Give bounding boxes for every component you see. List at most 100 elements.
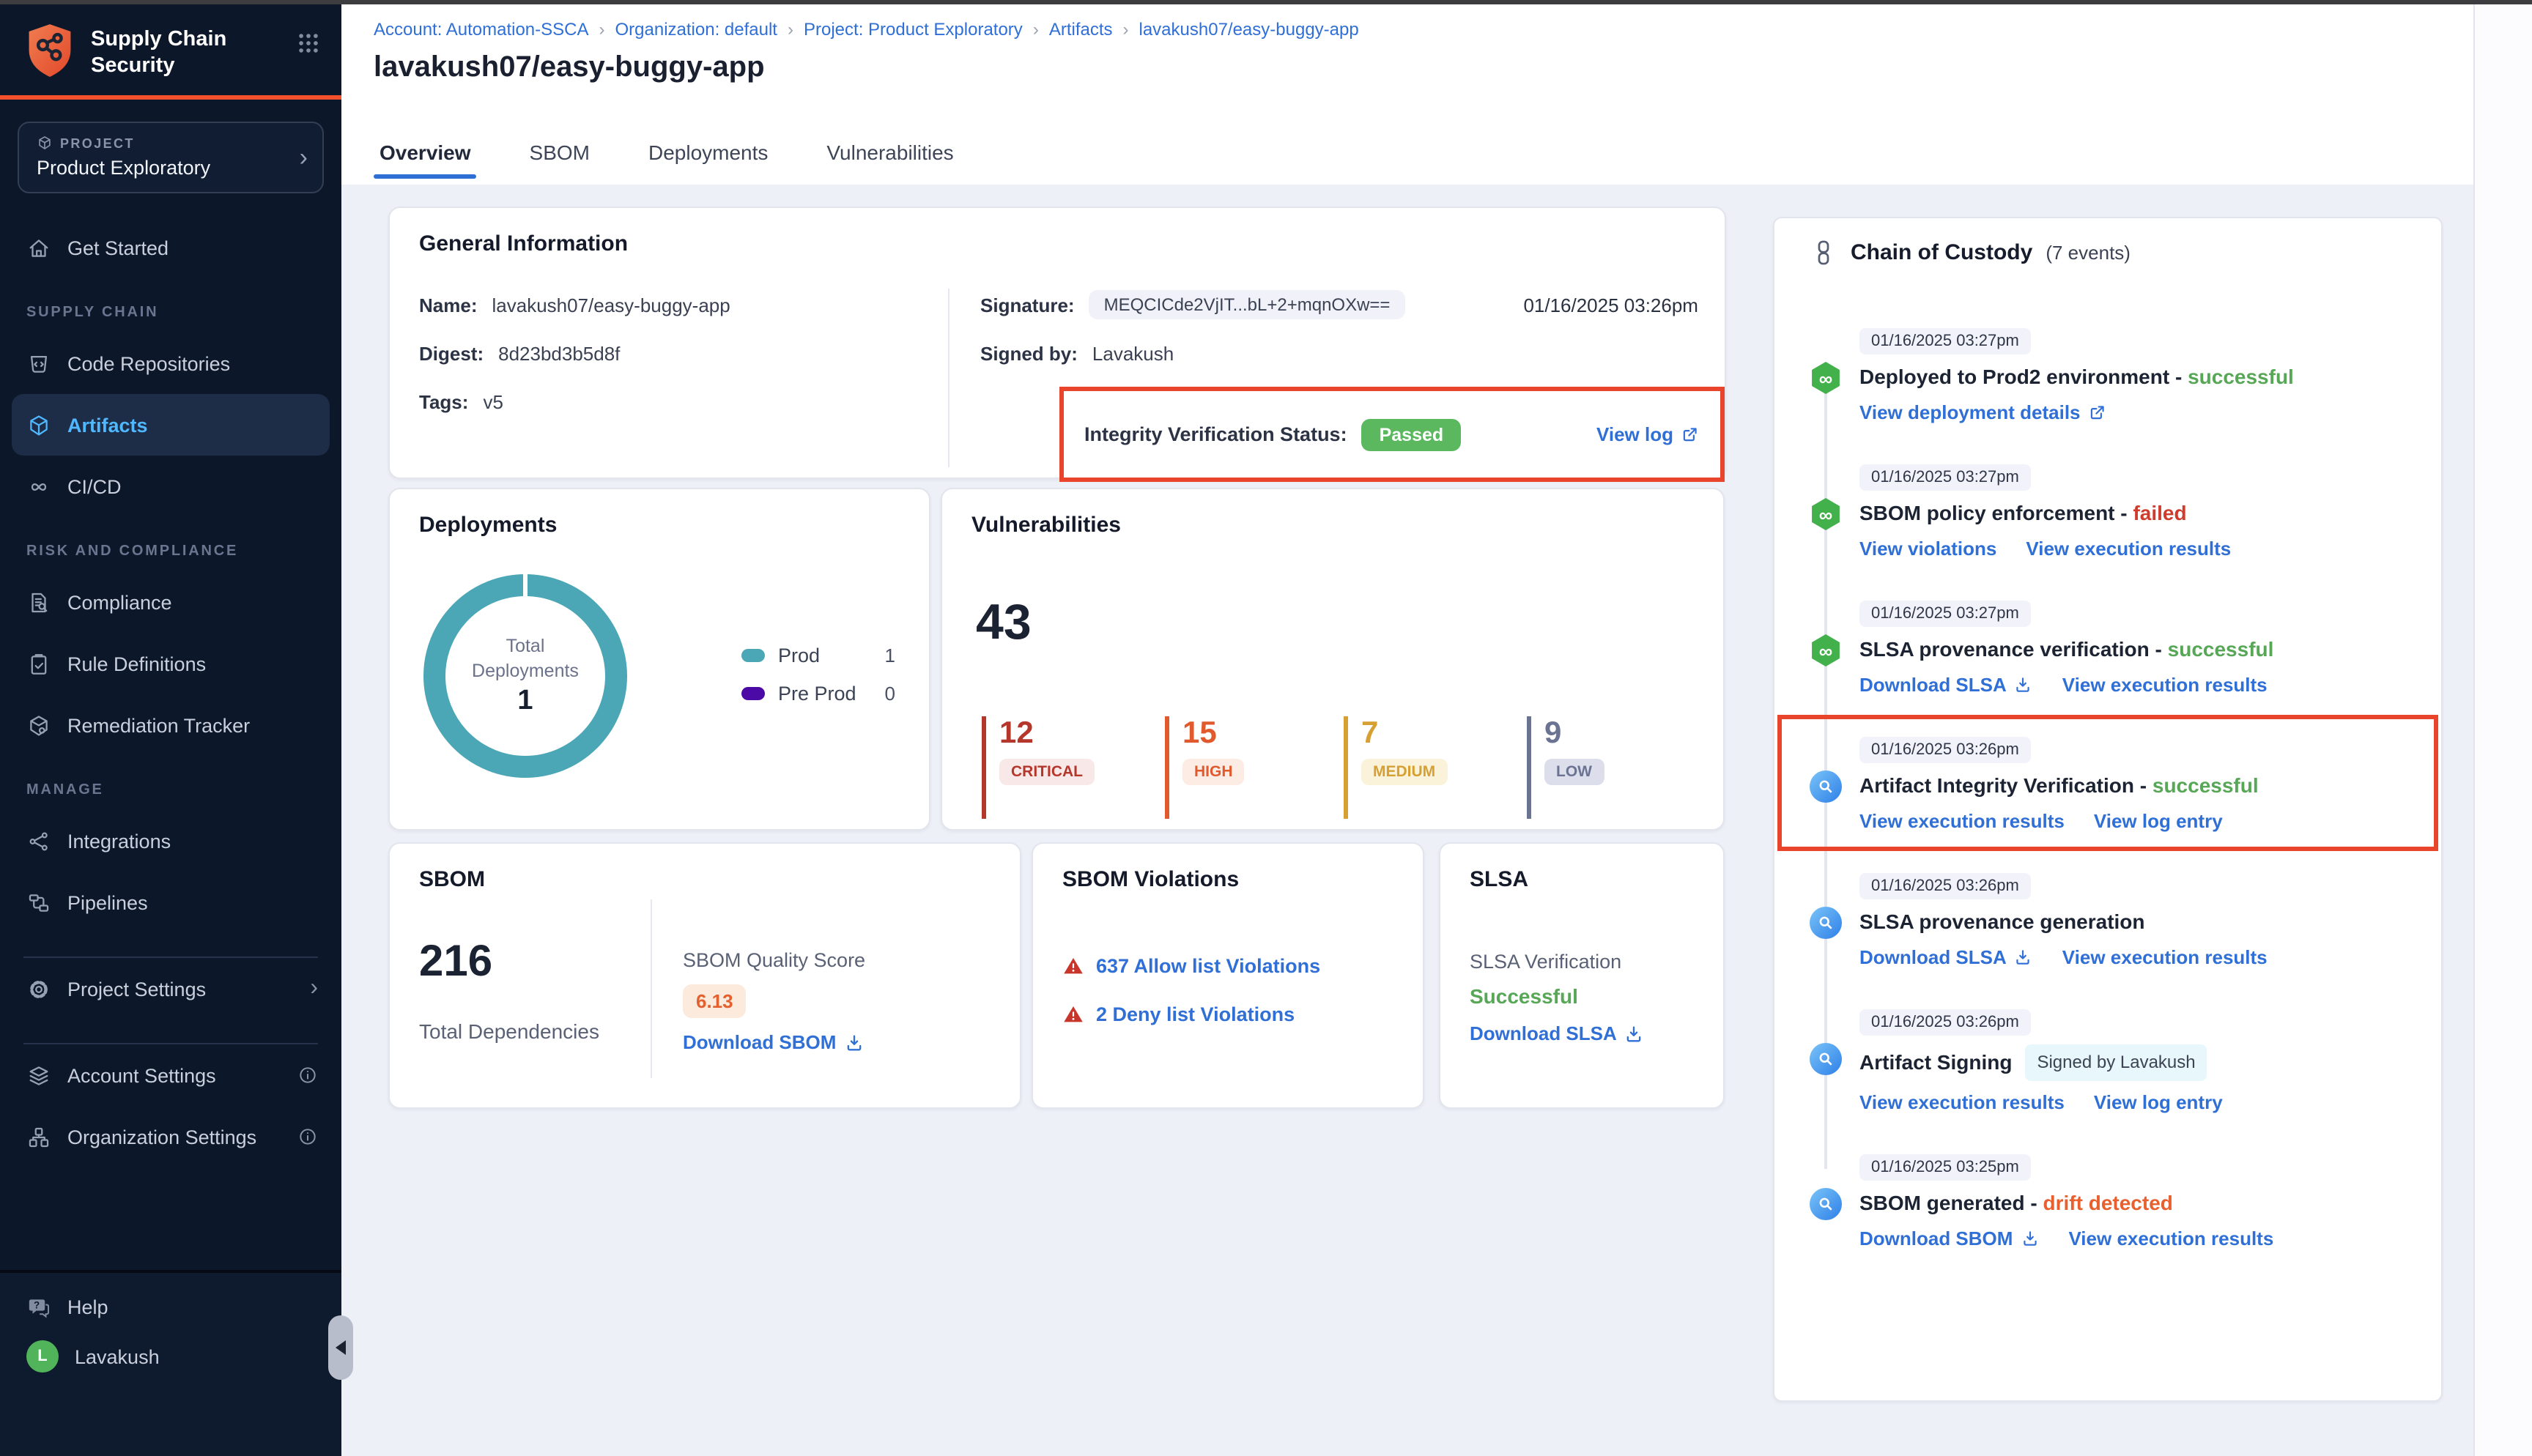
card-title: General Information xyxy=(419,231,628,256)
sbom-violations-card: SBOM Violations 637 Allow list Violation… xyxy=(1032,842,1424,1109)
sidebar-settings-bottom: Account Settings Organization Settings xyxy=(0,1044,341,1167)
help-button[interactable]: ? Help xyxy=(0,1282,341,1331)
sidebar-item-label: Organization Settings xyxy=(67,1126,256,1148)
org-icon xyxy=(26,1124,51,1149)
event-link-view-violations[interactable]: View violations xyxy=(1859,538,1996,560)
sbom-quality-score-badge: 6.13 xyxy=(683,984,747,1018)
slsa-card: SLSA SLSA Verification Successful Downlo… xyxy=(1439,842,1725,1109)
artifact-name-value: lavakush07/easy-buggy-app xyxy=(492,294,730,316)
tab-sbom[interactable]: SBOM xyxy=(527,117,593,185)
breadcrumb-separator-icon: › xyxy=(1033,19,1039,40)
sidebar-item-ci-cd[interactable]: CI/CD xyxy=(0,456,341,517)
violation-link-2-deny-list-violations[interactable]: 2 Deny list Violations xyxy=(1096,1003,1295,1025)
breadcrumb-link-artifacts[interactable]: Artifacts xyxy=(1049,19,1113,40)
project-cube-icon xyxy=(37,135,53,151)
event-timestamp: 01/16/2025 03:27pm xyxy=(1859,328,2031,354)
module-grid-icon[interactable] xyxy=(296,31,321,56)
severity-medium: 7MEDIUM xyxy=(1344,716,1447,819)
sidebar-item-compliance[interactable]: Compliance xyxy=(0,571,341,633)
slsa-status: Successful xyxy=(1470,984,1578,1008)
sidebar-item-label: Rule Definitions xyxy=(67,653,206,675)
tab-overview[interactable]: Overview xyxy=(377,117,474,185)
breadcrumb-link-organization-default[interactable]: Organization: default xyxy=(615,19,778,40)
event-title: SLSA provenance generation xyxy=(1859,908,2426,936)
sidebar-item-get-started[interactable]: Get Started xyxy=(0,217,341,278)
pipeline-icon xyxy=(26,890,51,915)
event-title-separator: - xyxy=(2134,772,2152,800)
doc-search-icon xyxy=(26,590,51,614)
home-icon xyxy=(26,235,51,260)
nav-section-heading-risk-and-compliance: RISK AND COMPLIANCE xyxy=(26,543,341,560)
event-link-download-slsa[interactable]: Download SLSA xyxy=(1859,946,2033,968)
severity-badge: MEDIUM xyxy=(1361,759,1447,785)
card-title: SBOM Violations xyxy=(1062,867,1239,892)
sidebar-item-account-settings[interactable]: Account Settings xyxy=(0,1044,341,1106)
deployments-card: Deployments Total Deployments 1 Prod1Pre… xyxy=(388,488,930,831)
chain-of-custody-count: (7 events) xyxy=(2046,242,2131,264)
event-links: Download SLSA View execution results xyxy=(1859,674,2426,696)
download-sbom-link[interactable]: Download SBOM xyxy=(683,1031,862,1053)
violation-link-637-allow-list-violations[interactable]: 637 Allow list Violations xyxy=(1096,955,1320,977)
event-link-view-execution-results[interactable]: View execution results xyxy=(1859,1091,2065,1113)
severity-count: 9 xyxy=(1544,716,1604,750)
event-timestamp: 01/16/2025 03:27pm xyxy=(1859,601,2031,627)
custody-event-slsa-provenance-generation: 01/16/2025 03:26pmSLSA provenance genera… xyxy=(1810,872,2426,968)
info-icon xyxy=(297,1126,318,1147)
breadcrumb-link-lavakush07-easy-buggy-app[interactable]: lavakush07/easy-buggy-app xyxy=(1139,19,1359,40)
event-link-download-sbom[interactable]: Download SBOM xyxy=(1859,1227,2039,1249)
user-menu[interactable]: L Lavakush xyxy=(0,1331,341,1381)
sidebar-item-label: Project Settings xyxy=(67,978,206,1000)
event-link-download-slsa[interactable]: Download SLSA xyxy=(1859,674,2033,696)
page-title: lavakush07/easy-buggy-app xyxy=(374,51,765,85)
event-link-view-execution-results[interactable]: View execution results xyxy=(2062,674,2268,696)
sidebar-item-integrations[interactable]: Integrations xyxy=(0,810,341,872)
legend-item-pre-prod: Pre Prod0 xyxy=(741,683,895,705)
event-link-view-execution-results[interactable]: View execution results xyxy=(2026,538,2231,560)
event-link-view-execution-results[interactable]: View execution results xyxy=(2062,946,2268,968)
event-title-text: SLSA provenance generation xyxy=(1859,908,2145,936)
violation-row: 637 Allow list Violations xyxy=(1062,955,1320,977)
sbom-quality-score-label: SBOM Quality Score xyxy=(683,949,865,971)
nav-section-heading-supply-chain: SUPPLY CHAIN xyxy=(26,305,341,321)
project-selector[interactable]: PROJECT Product Exploratory › xyxy=(18,122,324,193)
sidebar-item-label: Remediation Tracker xyxy=(67,714,250,736)
event-links: View execution results View log entry xyxy=(1859,810,2426,832)
event-timestamp: 01/16/2025 03:26pm xyxy=(1859,1009,2031,1036)
sidebar-settings-top: Project Settings› xyxy=(0,958,341,1019)
donut-center-label: Total Deployments xyxy=(472,635,579,683)
tab-deployments[interactable]: Deployments xyxy=(645,117,771,185)
breadcrumb-link-account-automation-ssca[interactable]: Account: Automation-SSCA xyxy=(374,19,589,40)
sidebar-item-artifacts[interactable]: Artifacts xyxy=(12,394,330,456)
event-link-view-execution-results[interactable]: View execution results xyxy=(2068,1227,2273,1249)
download-slsa-link[interactable]: Download SLSA xyxy=(1470,1022,1643,1044)
severity-critical: 12CRITICAL xyxy=(982,716,1095,819)
custody-event-artifact-integrity-verification: 01/16/2025 03:26pmArtifact Integrity Ver… xyxy=(1810,735,2426,832)
event-title: Deployed to Prod2 environment - successf… xyxy=(1859,363,2426,391)
integrity-status-label: Integrity Verification Status: xyxy=(1084,423,1347,445)
sidebar-collapse-handle[interactable] xyxy=(328,1315,353,1380)
sidebar-item-project-settings[interactable]: Project Settings› xyxy=(0,958,341,1019)
breadcrumb-link-project-product-exploratory[interactable]: Project: Product Exploratory xyxy=(804,19,1023,40)
event-link-view-log-entry[interactable]: View log entry xyxy=(2094,1091,2223,1113)
external-icon xyxy=(2088,403,2107,422)
sidebar-item-remediation-tracker[interactable]: Remediation Tracker xyxy=(0,694,341,756)
repo-icon xyxy=(26,351,51,376)
tab-vulnerabilities[interactable]: Vulnerabilities xyxy=(823,117,956,185)
signature-label: Signature: xyxy=(980,294,1075,316)
event-link-view-execution-results[interactable]: View execution results xyxy=(1859,810,2065,832)
project-selector-label: PROJECT xyxy=(37,135,291,151)
vulnerabilities-card: Vulnerabilities 43 12CRITICAL15HIGH7MEDI… xyxy=(941,488,1725,831)
box-wrench-icon xyxy=(26,713,51,738)
ssca-magnifier-icon xyxy=(1810,1043,1842,1075)
legend-item-prod: Prod1 xyxy=(741,645,895,666)
window-top-strip xyxy=(0,0,2532,4)
sidebar-item-pipelines[interactable]: Pipelines xyxy=(0,872,341,933)
event-title-text: Artifact Signing xyxy=(1859,1049,2012,1077)
sidebar-item-rule-definitions[interactable]: Rule Definitions xyxy=(0,633,341,694)
view-log-link[interactable]: View log xyxy=(1596,423,1700,445)
sidebar-item-organization-settings[interactable]: Organization Settings xyxy=(0,1106,341,1167)
event-link-view-log-entry[interactable]: View log entry xyxy=(2094,810,2223,832)
event-link-view-deployment-details[interactable]: View deployment details xyxy=(1859,401,2107,423)
sidebar-item-code-repositories[interactable]: Code Repositories xyxy=(0,333,341,394)
custody-event-slsa-provenance-verification: 01/16/2025 03:27pm∞SLSA provenance verif… xyxy=(1810,599,2426,696)
